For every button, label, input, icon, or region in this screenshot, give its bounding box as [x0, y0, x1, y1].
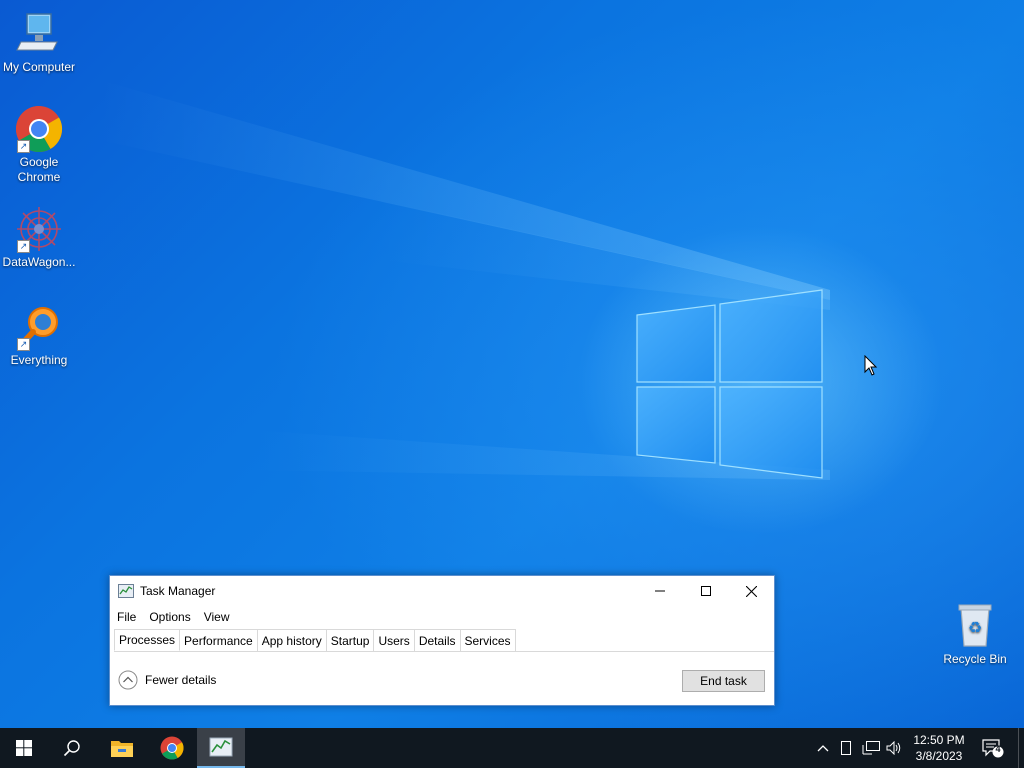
menu-file[interactable]: File	[110, 606, 142, 624]
chevron-up-circle-icon	[118, 670, 138, 690]
menu-bar: File Options View	[110, 606, 774, 628]
action-center-button[interactable]: 4	[978, 728, 1008, 768]
minimize-icon	[655, 590, 665, 592]
task-manager-taskbar-button[interactable]	[197, 728, 245, 768]
taskbar: 12:50 PM 3/8/2023 4	[0, 728, 1024, 768]
desktop-icon-label: Everything	[10, 353, 68, 367]
desktop-icon-label: My Computer	[2, 60, 76, 74]
desktop-icon-chrome[interactable]: ↗ Google Chrome	[0, 105, 78, 185]
search-icon	[63, 740, 80, 757]
network-icon	[862, 741, 880, 755]
desktop-icon-label: Recycle Bin	[943, 652, 1007, 666]
chrome-icon: ↗	[15, 105, 63, 153]
task-manager-icon	[118, 584, 134, 598]
desktop-icon-recycle-bin[interactable]: ♻ Recycle Bin	[936, 602, 1014, 667]
menu-view[interactable]: View	[197, 606, 236, 624]
shortcut-arrow-icon: ↗	[17, 338, 30, 351]
desktop-icon-label: Chrome	[17, 170, 61, 184]
tab-services[interactable]: Services	[460, 629, 516, 652]
tab-performance[interactable]: Performance	[180, 629, 258, 652]
tab-details[interactable]: Details	[414, 629, 461, 652]
window-title: Task Manager	[140, 584, 216, 598]
tab-processes[interactable]: Processes	[114, 629, 181, 651]
shortcut-arrow-icon: ↗	[17, 240, 30, 253]
close-icon	[745, 585, 757, 597]
start-button[interactable]	[0, 728, 48, 768]
task-manager-icon	[209, 737, 233, 757]
title-bar[interactable]: Task Manager	[110, 576, 774, 606]
tab-app-history[interactable]: App history	[257, 629, 327, 652]
file-explorer-icon	[111, 741, 133, 757]
window-footer: Fewer details End task	[110, 652, 774, 704]
show-desktop-divider[interactable]	[1018, 728, 1019, 768]
start-icon	[16, 740, 32, 756]
tab-startup[interactable]: Startup	[326, 629, 375, 652]
everything-search-icon: ↗	[15, 303, 63, 351]
desktop-icon-my-computer[interactable]: My Computer	[0, 10, 78, 75]
desktop-icon-everything[interactable]: ↗ Everything	[0, 303, 78, 368]
tab-users[interactable]: Users	[374, 629, 415, 652]
svg-text:♻: ♻	[968, 618, 982, 637]
maximize-button[interactable]	[683, 576, 729, 606]
tab-strip: Processes Performance App history Startu…	[114, 629, 516, 652]
datawagon-icon: ↗	[15, 205, 63, 253]
menu-options[interactable]: Options	[142, 606, 196, 624]
desktop-icon-datawagon[interactable]: ↗ DataWagon...	[0, 205, 78, 270]
tablet-icon	[841, 741, 851, 755]
volume-button[interactable]	[884, 728, 904, 768]
chevron-up-icon	[817, 745, 829, 752]
show-hidden-icons-button[interactable]	[812, 728, 834, 768]
mouse-cursor-icon	[864, 355, 878, 376]
computer-icon	[15, 10, 63, 58]
network-button[interactable]	[860, 728, 882, 768]
tray-app-button[interactable]	[836, 728, 856, 768]
shortcut-arrow-icon: ↗	[17, 140, 30, 153]
clock[interactable]: 12:50 PM 3/8/2023	[904, 732, 974, 764]
desktop-icon-label: DataWagon...	[2, 255, 76, 269]
minimize-button[interactable]	[637, 576, 683, 606]
maximize-icon	[701, 586, 711, 596]
end-task-button[interactable]: End task	[682, 670, 765, 692]
clock-time: 12:50 PM	[913, 733, 965, 747]
search-button[interactable]	[48, 728, 96, 768]
recycle-bin-icon: ♻	[951, 602, 999, 650]
notification-count: 4	[995, 744, 1001, 754]
desktop-icon-label: Google	[19, 155, 59, 169]
file-explorer-button[interactable]	[98, 728, 146, 768]
chrome-icon	[160, 736, 184, 760]
task-manager-window[interactable]: Task Manager File Options View Processes P…	[109, 575, 775, 706]
chrome-taskbar-button[interactable]	[148, 728, 196, 768]
close-button[interactable]	[728, 576, 774, 606]
windows-logo	[636, 289, 823, 479]
fewer-details-label: Fewer details	[145, 673, 217, 687]
clock-date: 3/8/2023	[915, 749, 963, 763]
speaker-icon	[886, 741, 901, 755]
fewer-details-toggle[interactable]: Fewer details	[118, 670, 216, 690]
